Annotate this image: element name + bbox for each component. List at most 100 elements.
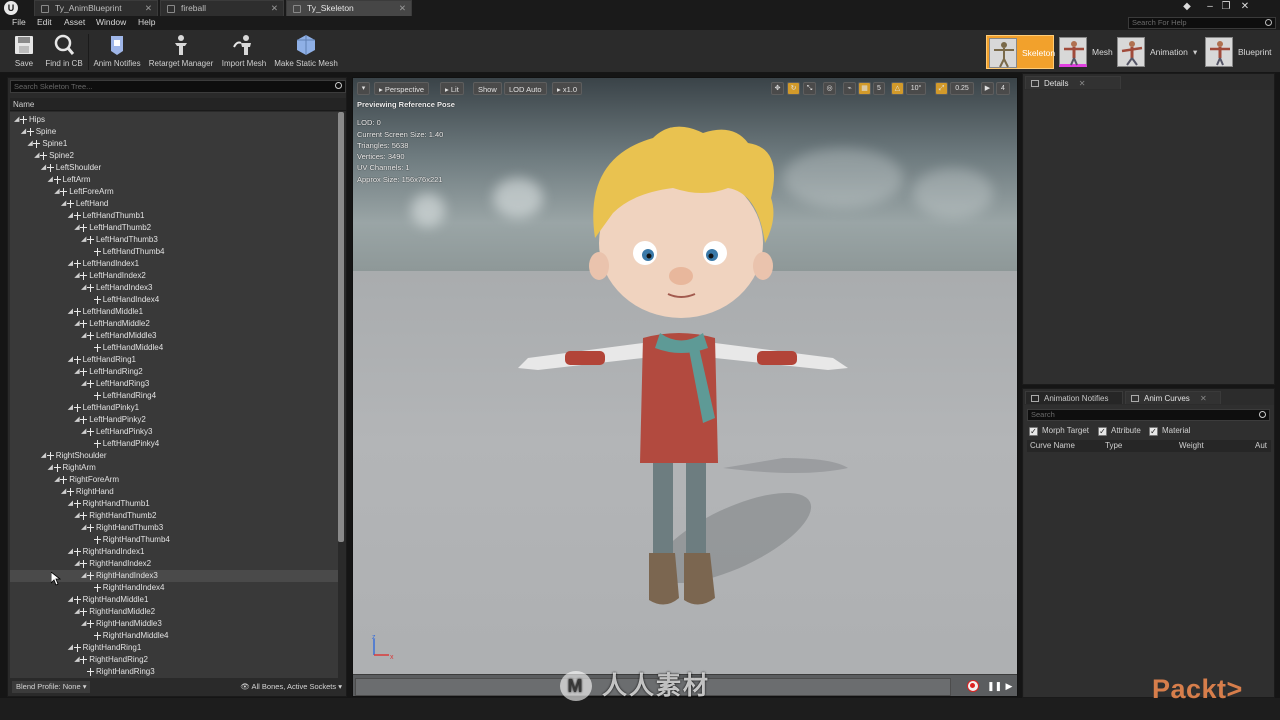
tree-row[interactable]: ◢ LeftHandIndex1: [10, 258, 338, 270]
close-icon[interactable]: ✕: [1200, 394, 1207, 403]
world-local-icon[interactable]: ◎: [823, 82, 836, 95]
viewport-options-dropdown[interactable]: ▾: [357, 82, 370, 95]
tree-row[interactable]: LeftHandMiddle4: [10, 342, 338, 354]
translate-icon[interactable]: ✥: [771, 82, 784, 95]
close-window-icon[interactable]: ✕: [1238, 0, 1252, 14]
tree-row[interactable]: ◢ RightHandIndex1: [10, 546, 338, 558]
find-in-cb-button[interactable]: Find in CB: [43, 33, 85, 71]
mode-mesh-button[interactable]: Mesh: [1057, 35, 1113, 69]
tree-row[interactable]: ◢ RightHandIndex2: [10, 558, 338, 570]
scale-snap-value[interactable]: 0.25: [950, 82, 974, 95]
tree-row[interactable]: ◢ RightHandMiddle1: [10, 594, 338, 606]
play-button[interactable]: ▶: [1003, 680, 1015, 692]
tree-row[interactable]: ◢ LeftHandMiddle2: [10, 318, 338, 330]
menu-asset[interactable]: Asset: [64, 17, 85, 27]
tree-row[interactable]: LeftHandRing4: [10, 390, 338, 402]
tab-anim-curves[interactable]: Anim Curves ✕: [1125, 391, 1221, 404]
help-search-input[interactable]: Search For Help: [1128, 17, 1276, 29]
rotation-snap-value[interactable]: 10°: [906, 82, 926, 95]
record-button[interactable]: [967, 680, 979, 692]
mode-skeleton-button[interactable]: Skeleton: [986, 35, 1055, 69]
attribute-checkbox[interactable]: ✓ Attribute: [1098, 425, 1141, 437]
tree-row[interactable]: ◢ LeftHandThumb3: [10, 234, 338, 246]
tree-row[interactable]: ◢ RightHandThumb1: [10, 498, 338, 510]
blend-profile-dropdown[interactable]: Blend Profile: None ▾: [12, 681, 91, 693]
tree-row[interactable]: ◢ LeftHandThumb1: [10, 210, 338, 222]
show-button[interactable]: Show: [473, 82, 502, 95]
rotate-icon[interactable]: ↻: [787, 82, 800, 95]
tree-row[interactable]: ◢ LeftHandRing3: [10, 378, 338, 390]
tree-row[interactable]: ◢ RightArm: [10, 462, 338, 474]
pause-button[interactable]: ❚❚: [987, 680, 1002, 692]
morph-target-checkbox[interactable]: ✓ Morph Target: [1029, 425, 1089, 437]
tree-row[interactable]: ◢ LeftHandRing1: [10, 354, 338, 366]
menu-window[interactable]: Window: [96, 17, 126, 27]
tree-row[interactable]: ◢ LeftHandMiddle1: [10, 306, 338, 318]
tab-skeleton[interactable]: Ty_Skeleton ✕: [286, 0, 412, 16]
chevron-down-icon[interactable]: ▾: [1193, 35, 1197, 69]
tree-row[interactable]: ◢ Spine2: [10, 150, 338, 162]
feedback-icon[interactable]: ◆: [1180, 0, 1194, 14]
tree-row[interactable]: ◢ Hips: [10, 114, 338, 126]
tree-scrollbar[interactable]: [338, 112, 344, 678]
retarget-manager-button[interactable]: Retarget Manager: [147, 33, 215, 71]
character-preview-mesh[interactable]: [503, 118, 863, 638]
grid-snap-icon[interactable]: ▦: [858, 82, 871, 95]
scale-icon[interactable]: ⤡: [803, 82, 816, 95]
close-icon[interactable]: ✕: [1079, 79, 1086, 88]
close-icon[interactable]: ✕: [145, 1, 152, 16]
column-type[interactable]: Type: [1105, 440, 1122, 452]
tree-row[interactable]: RightHandThumb4: [10, 534, 338, 546]
tree-row[interactable]: ◢ LeftHandIndex2: [10, 270, 338, 282]
column-auto[interactable]: Aut: [1255, 440, 1267, 452]
menu-file[interactable]: File: [12, 17, 26, 27]
camera-speed-value[interactable]: 4: [996, 82, 1010, 95]
skeleton-tree-search-input[interactable]: Search Skeleton Tree...: [10, 80, 346, 93]
tree-row[interactable]: ◢ RightForeArm: [10, 474, 338, 486]
lod-button[interactable]: LOD Auto: [504, 82, 547, 95]
tree-row[interactable]: ◢ LeftHandPinky2: [10, 414, 338, 426]
tree-row[interactable]: ◢ RightHandThumb2: [10, 510, 338, 522]
tree-row[interactable]: LeftHandThumb4: [10, 246, 338, 258]
tree-row[interactable]: RightHandMiddle4: [10, 630, 338, 642]
tree-row[interactable]: ◢ LeftHandMiddle3: [10, 330, 338, 342]
tree-row[interactable]: ◢ LeftShoulder: [10, 162, 338, 174]
save-button[interactable]: Save: [8, 33, 40, 71]
preview-viewport[interactable]: ▾ ▸ Perspective ▸ Lit Show LOD Auto ▸ x1…: [352, 77, 1018, 697]
tree-row[interactable]: ◢ RightHand: [10, 486, 338, 498]
tab-fireball[interactable]: fireball ✕: [160, 0, 284, 16]
perspective-button[interactable]: ▸ Perspective: [374, 82, 430, 95]
tree-row[interactable]: LeftHandPinky4: [10, 438, 338, 450]
grid-snap-value[interactable]: 5: [873, 82, 885, 95]
camera-speed-icon[interactable]: ▶: [981, 82, 994, 95]
column-curve-name[interactable]: Curve Name: [1030, 440, 1075, 452]
tab-anim-blueprint[interactable]: Ty_AnimBlueprint ✕: [34, 0, 158, 16]
close-icon[interactable]: ✕: [271, 1, 278, 16]
curve-search-input[interactable]: Search: [1027, 409, 1270, 421]
playback-speed-button[interactable]: ▸ x1.0: [552, 82, 583, 95]
tab-animation-notifies[interactable]: Animation Notifies: [1025, 391, 1123, 404]
tree-row[interactable]: ◢ RightShoulder: [10, 450, 338, 462]
tree-scrollbar-thumb[interactable]: [338, 112, 344, 542]
bones-filter-dropdown[interactable]: 👁 All Bones, Active Sockets ▾: [240, 681, 342, 693]
tree-row[interactable]: ◢ RightHandMiddle2: [10, 606, 338, 618]
tree-row[interactable]: ◢ RightHandRing1: [10, 642, 338, 654]
tree-column-header-name[interactable]: Name: [10, 98, 346, 111]
menu-edit[interactable]: Edit: [37, 17, 52, 27]
tree-row[interactable]: ◢ LeftHandRing2: [10, 366, 338, 378]
make-static-mesh-button[interactable]: Make Static Mesh: [273, 33, 339, 71]
tree-row[interactable]: ◢ Spine: [10, 126, 338, 138]
tree-row[interactable]: ◢ LeftHand: [10, 198, 338, 210]
surface-snap-icon[interactable]: ⌁: [843, 82, 856, 95]
mode-blueprint-button[interactable]: Blueprint: [1203, 35, 1275, 69]
material-checkbox[interactable]: ✓ Material: [1149, 425, 1190, 437]
tree-row[interactable]: ◢ Spine1: [10, 138, 338, 150]
tree-row[interactable]: ◢ RightHandRing2: [10, 654, 338, 666]
anim-notifies-button[interactable]: Anim Notifies: [91, 33, 143, 71]
scale-snap-icon[interactable]: ⤢: [935, 82, 948, 95]
tree-row[interactable]: ◢ LeftHandPinky1: [10, 402, 338, 414]
tree-row[interactable]: LeftHandIndex4: [10, 294, 338, 306]
tree-row[interactable]: ◢ LeftForeArm: [10, 186, 338, 198]
rotation-snap-icon[interactable]: △: [891, 82, 904, 95]
tab-details[interactable]: Details ✕: [1025, 76, 1121, 89]
